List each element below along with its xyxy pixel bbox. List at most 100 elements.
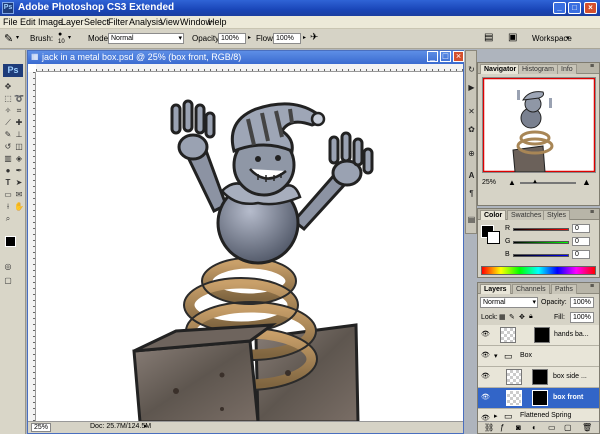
opacity-slider-arrow-icon[interactable]: ▸ (248, 34, 251, 41)
horizontal-ruler[interactable] (36, 64, 463, 72)
tool-presets-icon[interactable]: ▣ (508, 32, 517, 43)
close-button[interactable]: × (584, 2, 597, 14)
minimize-button[interactable]: _ (553, 2, 566, 14)
group-name[interactable]: Flattened Spring (520, 412, 571, 419)
brushes-palette-icon[interactable]: ▤ (484, 32, 493, 43)
doc-close-button[interactable]: × (453, 51, 464, 62)
character-panel-icon[interactable]: A (467, 171, 476, 180)
layer-opacity-input[interactable]: 100% (570, 297, 594, 308)
flow-input[interactable]: 100% (273, 33, 301, 44)
history-brush-tool-icon[interactable]: ↺ (3, 142, 13, 152)
brushes-panel-icon[interactable]: ✿ (467, 125, 476, 134)
actions-panel-icon[interactable]: ▶ (467, 83, 476, 92)
menu-edit[interactable]: Edit (20, 17, 36, 27)
fill-input[interactable]: 100% (570, 312, 594, 323)
tool-preset-chevron-icon[interactable]: ▾ (16, 34, 19, 41)
dodge-tool-icon[interactable]: ● (3, 166, 13, 176)
blur-tool-icon[interactable]: ◈ (14, 154, 24, 164)
layer-mask-thumbnail[interactable] (534, 327, 550, 343)
color-spectrum-bar[interactable] (481, 266, 596, 275)
zoom-slider[interactable]: ▲ (520, 179, 576, 185)
layer-mask-thumbnail[interactable] (532, 390, 548, 406)
zoom-slider-handle-icon[interactable]: ▲ (532, 179, 538, 185)
lasso-tool-icon[interactable]: ➰ (14, 94, 24, 104)
red-slider[interactable] (513, 228, 569, 231)
status-menu-arrow-icon[interactable]: ▸ (144, 422, 148, 430)
crop-tool-icon[interactable]: ⌗ (14, 106, 24, 116)
move-tool-icon[interactable]: ✥ (3, 82, 13, 92)
brush-picker-chevron-icon[interactable]: ▾ (68, 34, 71, 41)
zoom-tool-icon[interactable]: ⌕ (3, 214, 13, 224)
menu-filter[interactable]: Filter (108, 17, 128, 27)
red-value[interactable]: 0 (572, 224, 590, 233)
visibility-eye-icon[interactable]: 👁︎ (481, 373, 490, 381)
menu-analysis[interactable]: Analysis (129, 17, 163, 27)
tab-styles[interactable]: Styles (543, 210, 571, 220)
tab-paths[interactable]: Paths (551, 284, 577, 294)
foreground-color-swatch[interactable] (5, 236, 16, 247)
tab-histogram[interactable]: Histogram (518, 64, 558, 74)
menu-layer[interactable]: Layer (61, 17, 84, 27)
brush-preview-icon[interactable]: ● (58, 31, 62, 38)
menu-file[interactable]: File (3, 17, 18, 27)
visibility-eye-icon[interactable]: 👁︎ (481, 331, 490, 339)
lock-image-icon[interactable]: ✎ (509, 313, 515, 321)
quick-select-tool-icon[interactable]: ✧ (3, 106, 13, 116)
new-layer-icon[interactable]: ▢ (564, 423, 572, 432)
navigator-zoom[interactable]: 25% (482, 179, 496, 186)
group-expand-chevron-icon[interactable]: ▸ (494, 412, 498, 420)
navigator-preview[interactable] (482, 77, 596, 173)
group-name[interactable]: Box (520, 352, 532, 359)
layer-row[interactable]: 👁︎ hands ba... (478, 325, 599, 346)
visibility-eye-icon[interactable]: 👁︎ (481, 394, 490, 402)
visibility-eye-icon[interactable]: 👁︎ (481, 352, 490, 360)
clone-source-panel-icon[interactable]: ⊕ (467, 149, 476, 158)
doc-minimize-button[interactable]: _ (427, 51, 438, 62)
doc-size-info[interactable]: Doc: 25.7M/124.5M (90, 423, 151, 430)
doc-maximize-button[interactable]: □ (440, 51, 451, 62)
menu-view[interactable]: View (160, 17, 179, 27)
layer-comps-panel-icon[interactable]: ▤ (467, 215, 476, 224)
brush-tool-icon[interactable]: ✎ (3, 130, 13, 140)
eraser-tool-icon[interactable]: ◫ (14, 142, 24, 152)
layer-group-row[interactable]: 👁︎ ▸ ▭ Flattened Spring (478, 409, 599, 421)
blend-mode-select[interactable]: Normal ▾ (480, 297, 538, 308)
green-slider[interactable] (513, 241, 569, 244)
menu-image[interactable]: Image (38, 17, 63, 27)
shape-tool-icon[interactable]: ▭ (3, 190, 13, 200)
mode-select[interactable]: Normal ▾ (108, 33, 184, 44)
lock-all-icon[interactable]: 🔒︎ (529, 313, 533, 321)
group-expand-chevron-icon[interactable]: ▾ (494, 352, 498, 360)
type-tool-icon[interactable]: T (3, 178, 13, 188)
image-canvas[interactable] (36, 73, 463, 422)
layer-row[interactable]: 👁︎ box side ... (478, 367, 599, 388)
delete-layer-icon[interactable]: 🗑︎ (582, 423, 592, 432)
adjustment-layer-icon[interactable]: ◐ (532, 423, 537, 432)
add-mask-icon[interactable]: ◙ (516, 423, 521, 432)
color-background-swatch[interactable] (487, 231, 500, 244)
layers-menu-icon[interactable]: ≡ (590, 283, 594, 290)
path-selection-tool-icon[interactable]: ➤ (14, 178, 24, 188)
menu-select[interactable]: Select (84, 17, 109, 27)
pen-tool-icon[interactable]: ✒ (14, 166, 24, 176)
maximize-button[interactable]: □ (568, 2, 581, 14)
flow-slider-arrow-icon[interactable]: ▸ (303, 34, 306, 41)
navigator-menu-icon[interactable]: ≡ (590, 63, 594, 70)
slice-tool-icon[interactable]: ⟋ (3, 118, 13, 128)
tool-presets-panel-icon[interactable]: ✕ (467, 107, 476, 116)
gradient-tool-icon[interactable]: ▥ (3, 154, 13, 164)
lock-position-icon[interactable]: ✥ (519, 313, 525, 321)
layer-style-icon[interactable]: ƒ (500, 423, 504, 432)
quick-mask-icon[interactable]: ◎ (3, 262, 13, 272)
menu-help[interactable]: Help (208, 17, 227, 27)
hand-tool-icon[interactable]: ✋ (14, 202, 24, 212)
new-group-icon[interactable]: ▭ (548, 423, 556, 432)
healing-tool-icon[interactable]: ✚ (14, 118, 24, 128)
tab-channels[interactable]: Channels (512, 284, 550, 294)
workspace-chevron-icon[interactable]: ▾ (566, 34, 570, 42)
layer-mask-thumbnail[interactable] (532, 369, 548, 385)
layer-row-selected[interactable]: 👁︎ box front (478, 388, 599, 409)
photoshop-logo[interactable]: Ps (3, 64, 23, 77)
blue-value[interactable]: 0 (572, 250, 590, 259)
clone-stamp-tool-icon[interactable]: ⊥ (14, 130, 24, 140)
